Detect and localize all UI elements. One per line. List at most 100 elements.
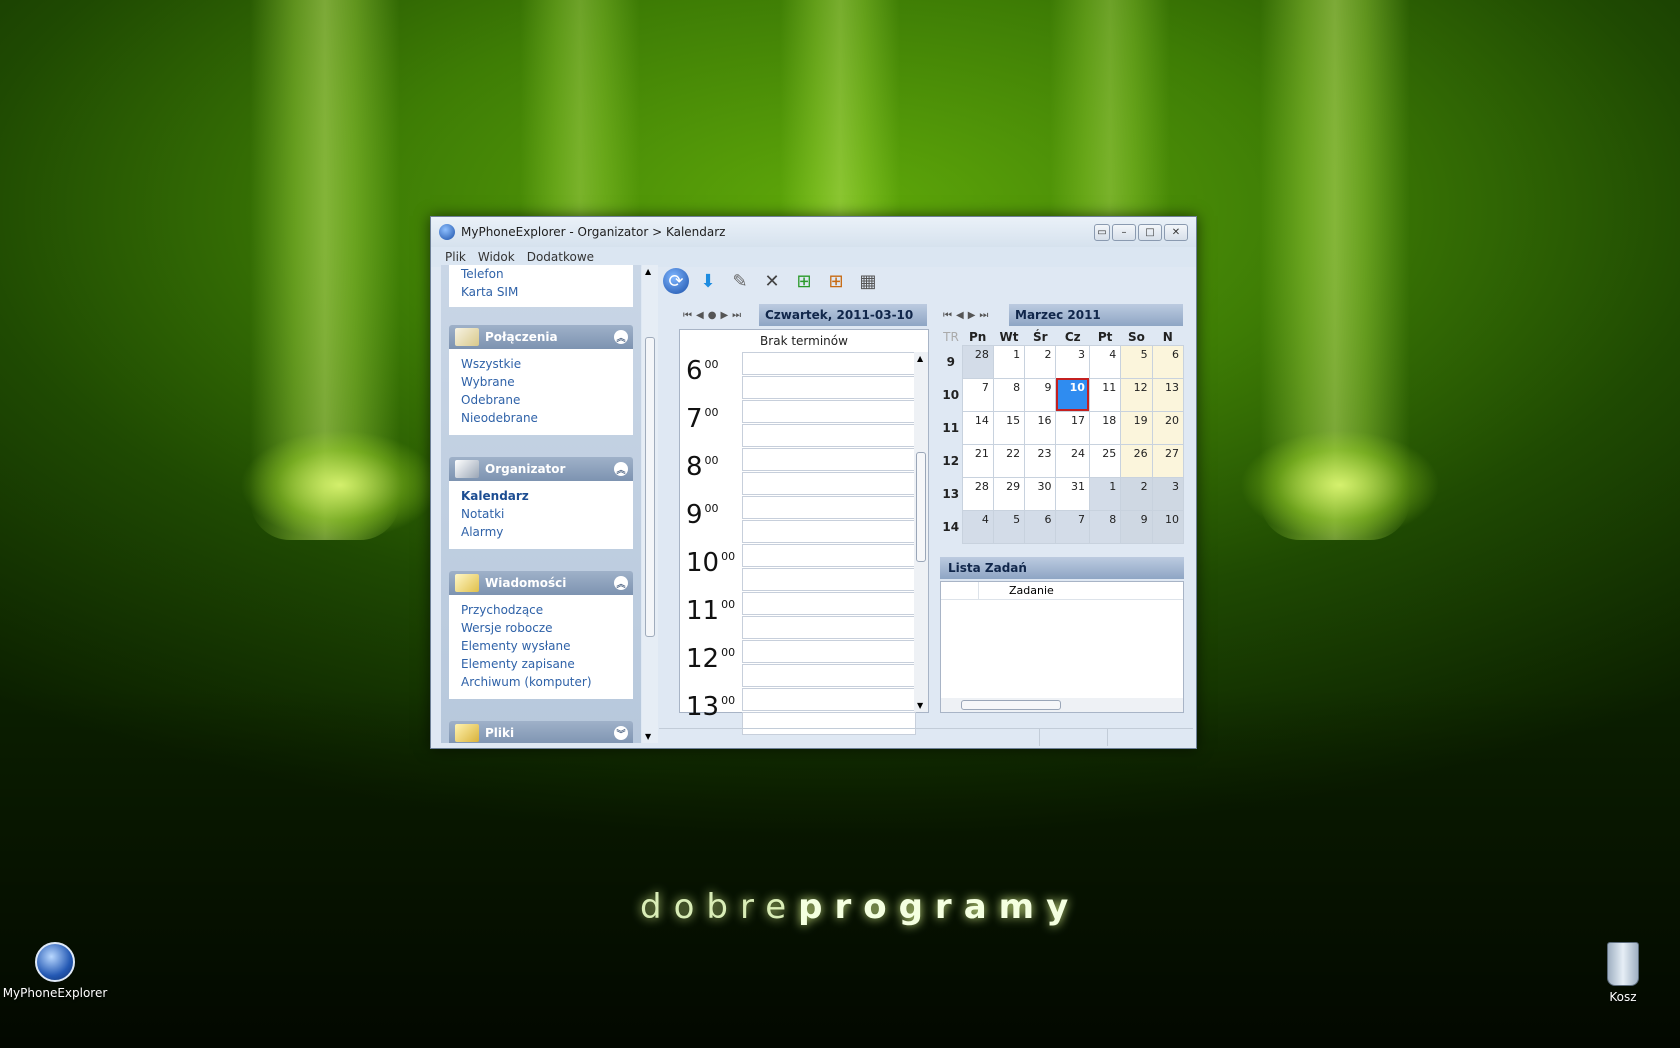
- calendar-day[interactable]: 23: [1024, 443, 1057, 478]
- day-scrollbar[interactable]: ▲ ▼: [914, 352, 928, 712]
- time-slot[interactable]: [742, 688, 916, 711]
- calendar-day[interactable]: 27: [1151, 443, 1185, 478]
- calendar-view-icon[interactable]: ▦: [855, 268, 881, 294]
- scrollbar-thumb[interactable]: [961, 700, 1061, 710]
- collapse-icon[interactable]: ︽: [614, 330, 628, 344]
- calendar-day[interactable]: 1: [1088, 476, 1122, 511]
- title-bar[interactable]: MyPhoneExplorer - Organizator > Kalendar…: [431, 217, 1196, 247]
- sidebar-item-elementy-wyslane[interactable]: Elementy wysłane: [461, 637, 621, 655]
- time-slot[interactable]: [742, 400, 916, 423]
- calendar-day[interactable]: 6: [1024, 509, 1057, 544]
- calendar-day[interactable]: 28: [961, 476, 994, 511]
- group-header-pliki[interactable]: Pliki ︾: [449, 721, 633, 743]
- calendar-day[interactable]: 13: [1151, 377, 1185, 412]
- scrollbar-thumb[interactable]: [916, 452, 926, 562]
- time-slot[interactable]: [742, 352, 916, 375]
- calendar-day[interactable]: 9: [1120, 509, 1153, 544]
- next-icon[interactable]: ▶: [720, 310, 728, 321]
- menu-plik[interactable]: Plik: [445, 250, 466, 264]
- scroll-down-icon[interactable]: ▼: [645, 732, 651, 741]
- desktop-icon-recycle-bin[interactable]: Kosz: [1568, 942, 1678, 1004]
- time-slot[interactable]: [742, 616, 916, 639]
- calendar-day[interactable]: 21: [961, 443, 994, 478]
- calendar-day[interactable]: 8: [992, 377, 1026, 412]
- calendar-day[interactable]: 25: [1088, 443, 1122, 478]
- time-slot[interactable]: [742, 424, 916, 447]
- add-task-icon[interactable]: ⊞: [823, 268, 849, 294]
- calendar-day[interactable]: 10: [1151, 509, 1185, 544]
- menu-widok[interactable]: Widok: [478, 250, 515, 264]
- calendar-day[interactable]: 7: [961, 377, 994, 412]
- sidebar-item-wersje-robocze[interactable]: Wersje robocze: [461, 619, 621, 637]
- prev-month-icon[interactable]: ◀: [956, 310, 964, 321]
- calendar-day[interactable]: 1: [992, 344, 1026, 379]
- calendar-day[interactable]: 17: [1055, 410, 1090, 445]
- sidebar-item-wybrane[interactable]: Wybrane: [461, 373, 621, 391]
- prev-icon[interactable]: ◀: [696, 310, 704, 321]
- column-zadanie[interactable]: Zadanie: [979, 582, 1183, 599]
- sidebar-item-wszystkie[interactable]: Wszystkie: [461, 355, 621, 373]
- calendar-day[interactable]: 12: [1120, 377, 1153, 412]
- sidebar-item-telefon[interactable]: Telefon: [461, 265, 621, 283]
- calendar-day[interactable]: 9: [1024, 377, 1057, 412]
- calendar-day[interactable]: 2: [1120, 476, 1153, 511]
- group-header-wiadomosci[interactable]: Wiadomości ︽: [449, 571, 633, 595]
- close-button[interactable]: ✕: [1164, 223, 1188, 241]
- first-icon[interactable]: ⏮: [683, 310, 692, 321]
- calendar-day[interactable]: 28: [961, 344, 994, 379]
- calendar-day[interactable]: 8: [1088, 509, 1122, 544]
- calendar-day[interactable]: 18: [1088, 410, 1122, 445]
- time-slot[interactable]: [742, 640, 916, 663]
- sidebar-scrollbar[interactable]: ▲ ▼: [642, 265, 658, 743]
- time-slot[interactable]: [742, 520, 916, 543]
- calendar-day[interactable]: 22: [992, 443, 1026, 478]
- calendar-day[interactable]: 7: [1055, 509, 1090, 544]
- time-slot[interactable]: [742, 592, 916, 615]
- sidebar-item-przychodzace[interactable]: Przychodzące: [461, 601, 621, 619]
- time-slot[interactable]: [742, 376, 916, 399]
- scroll-down-icon[interactable]: ▼: [917, 701, 923, 710]
- compact-button[interactable]: ▭: [1094, 223, 1110, 241]
- calendar-day[interactable]: 3: [1151, 476, 1185, 511]
- calendar-day[interactable]: 19: [1120, 410, 1153, 445]
- collapse-icon[interactable]: ︽: [614, 462, 628, 476]
- time-slot[interactable]: [742, 664, 916, 687]
- next-year-icon[interactable]: ⏭: [979, 310, 988, 321]
- sidebar-item-elementy-zapisane[interactable]: Elementy zapisane: [461, 655, 621, 673]
- prev-year-icon[interactable]: ⏮: [943, 310, 952, 321]
- calendar-day[interactable]: 4: [1088, 344, 1122, 379]
- next-month-icon[interactable]: ▶: [968, 310, 976, 321]
- calendar-day[interactable]: 30: [1024, 476, 1057, 511]
- sidebar-item-archiwum[interactable]: Archiwum (komputer): [461, 673, 621, 691]
- calendar-day[interactable]: 11: [1088, 377, 1122, 412]
- sidebar-item-nieodebrane[interactable]: Nieodebrane: [461, 409, 621, 427]
- sidebar-item-odebrane[interactable]: Odebrane: [461, 391, 621, 409]
- group-header-polaczenia[interactable]: Połączenia ︽: [449, 325, 633, 349]
- today-icon[interactable]: ●: [708, 310, 717, 321]
- collapse-icon[interactable]: ︽: [614, 576, 628, 590]
- task-hscrollbar[interactable]: [941, 698, 1183, 712]
- time-slot[interactable]: [742, 544, 916, 567]
- time-slot[interactable]: [742, 448, 916, 471]
- desktop-icon-myphoneexplorer[interactable]: MyPhoneExplorer: [0, 942, 110, 1000]
- expand-icon[interactable]: ︾: [614, 726, 628, 740]
- calendar-day[interactable]: 4: [961, 509, 994, 544]
- calendar-day[interactable]: 31: [1055, 476, 1090, 511]
- calendar-day[interactable]: 14: [961, 410, 994, 445]
- last-icon[interactable]: ⏭: [732, 310, 741, 321]
- refresh-icon[interactable]: ⟳: [663, 268, 689, 294]
- calendar-day[interactable]: 2: [1024, 344, 1057, 379]
- edit-icon[interactable]: ✎: [727, 268, 753, 294]
- sidebar-item-alarmy[interactable]: Alarmy: [461, 523, 621, 541]
- calendar-day-today[interactable]: 10: [1055, 377, 1090, 412]
- sidebar-item-karta-sim[interactable]: Karta SIM: [461, 283, 621, 301]
- minimize-button[interactable]: –: [1112, 223, 1136, 241]
- calendar-day[interactable]: 26: [1120, 443, 1153, 478]
- calendar-day[interactable]: 24: [1055, 443, 1090, 478]
- calendar-day[interactable]: 20: [1151, 410, 1185, 445]
- maximize-button[interactable]: □: [1138, 223, 1162, 241]
- time-slot[interactable]: [742, 472, 916, 495]
- scrollbar-thumb[interactable]: [645, 337, 655, 637]
- time-slot[interactable]: [742, 568, 916, 591]
- calendar-day[interactable]: 5: [1120, 344, 1153, 379]
